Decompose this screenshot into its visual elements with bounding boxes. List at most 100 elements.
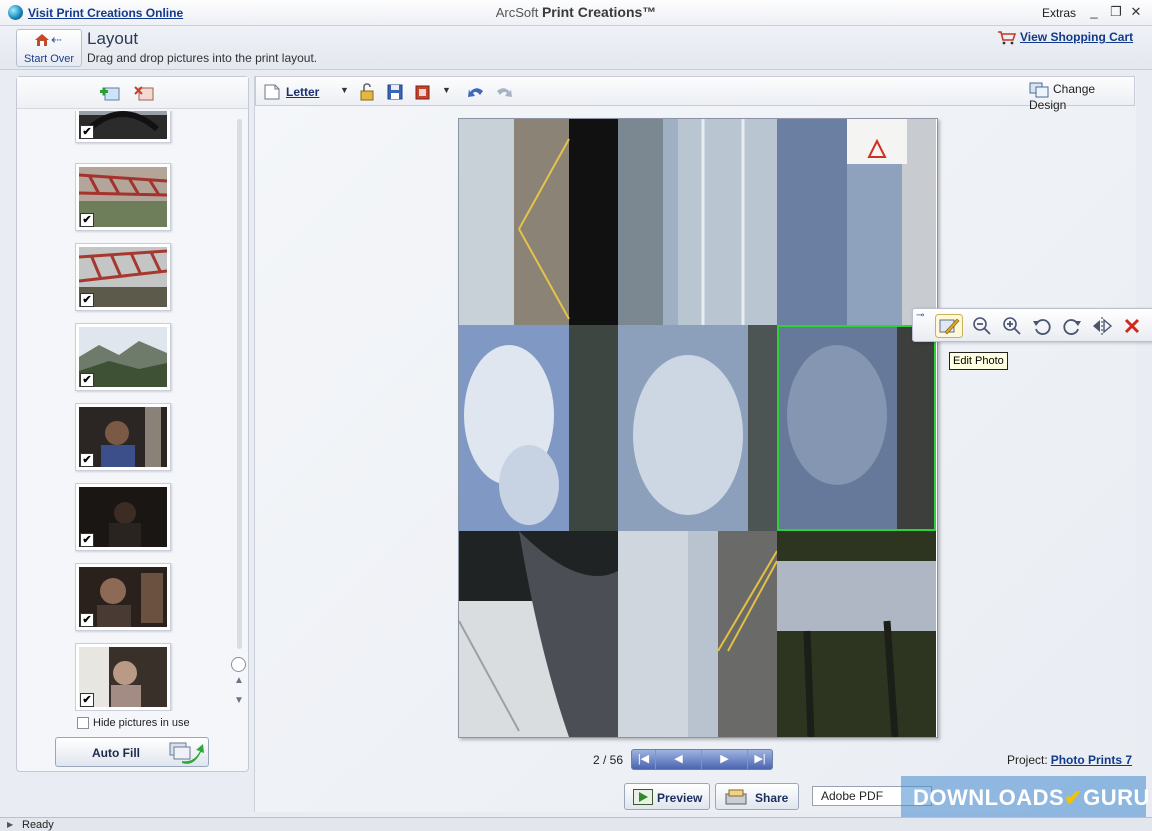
photo-slot[interactable] [459,325,618,531]
app-title: ArcSoft Print Creations™ [0,4,1152,20]
photo-slot[interactable] [459,119,618,325]
app-title-prefix: ArcSoft [495,5,539,20]
extras-menu[interactable]: Extras [1042,6,1076,20]
auto-fill-label: Auto Fill [92,746,140,760]
remove-pictures-icon[interactable] [133,84,155,102]
paper-size-dropdown[interactable]: Letter [286,85,319,99]
thumbnail-checkbox[interactable]: ✔ [80,213,94,227]
first-page-button[interactable]: |◀ [632,750,656,769]
thumbnail-item[interactable]: ✔ [75,163,171,231]
restore-button[interactable]: ❐ [1108,4,1124,20]
photo-edit-toolbar: ⊸ [912,308,1152,342]
auto-fill-button[interactable]: Auto Fill [55,737,209,767]
photo-clouds-rotated [459,325,618,531]
hide-pictures-checkbox[interactable] [77,717,89,730]
add-pictures-icon[interactable] [99,84,121,102]
thumbnail-checkbox[interactable]: ✔ [80,293,94,307]
edit-photo-icon[interactable] [935,314,963,338]
change-design-button[interactable]: Change Design [1029,82,1134,112]
project-info: Project: Photo Prints 7 [1007,753,1132,767]
thumbnail-item[interactable]: ✔ [75,323,171,391]
thumbnail-zoom-slider[interactable] [231,657,246,672]
thumbnail-scrollbar[interactable] [237,119,242,649]
watermark-text-left: DOWNLOADS [913,785,1065,810]
unlock-icon[interactable] [358,83,376,101]
export-chevron-down-icon[interactable]: ▼ [442,85,451,103]
cart-link-text: View Shopping Cart [1020,30,1134,44]
zoom-in-icon[interactable] [1001,315,1023,337]
photo-highway-rotated [618,531,777,737]
zoom-out-icon[interactable] [971,315,993,337]
last-page-button[interactable]: ▶| [748,750,772,769]
home-icon [35,34,49,46]
hide-pictures-label: Hide pictures in use [93,717,190,729]
thumbnail-item[interactable]: ✔ [75,111,171,143]
photo-trees-rotated [777,531,936,737]
previous-page-button[interactable]: ◀ [656,750,702,769]
page-indicator: 2 / 56 [593,753,624,767]
export-icon[interactable] [414,83,432,101]
layout-toolbar: Letter ▼ ▼ Change Design [255,76,1135,112]
project-label: Project: [1007,753,1048,767]
thumbnail-checkbox[interactable]: ✔ [80,533,94,547]
hide-pictures-option[interactable]: Hide pictures in use [77,717,190,730]
start-over-button[interactable]: ⇠ Start Over [16,29,82,67]
rotate-left-icon[interactable] [1031,315,1053,337]
page-subtitle: Drag and drop pictures into the print la… [87,51,318,65]
view-shopping-cart-link[interactable]: View Shopping Cart [998,30,1133,45]
start-over-label: Start Over [23,53,75,65]
downloads-guru-watermark: DOWNLOADS✔GURU [901,776,1149,820]
photo-slot[interactable] [459,531,618,737]
share-label: Share [755,791,789,805]
photo-windshield-rotated [618,119,777,325]
photo-slot[interactable] [618,325,777,531]
thumbnail-list[interactable]: ✔ ✔ ✔ ✔ ✔ ✔ ✔ ✔ [17,111,232,711]
thumbnail-checkbox[interactable]: ✔ [80,453,94,467]
watermark-check-icon: ✔ [1064,785,1084,810]
status-text: Ready [22,819,54,831]
remove-photo-icon[interactable] [1121,315,1143,337]
shopping-cart-icon [998,31,1016,45]
picture-tray-toolbar [17,77,248,109]
rotate-right-icon[interactable] [1061,315,1083,337]
photo-slot[interactable] [777,531,936,737]
paper-size-chevron-down-icon[interactable]: ▼ [340,85,349,103]
title-bar: Visit Print Creations Online ArcSoft Pri… [0,0,1152,26]
preview-icon [633,789,653,805]
status-expand-icon[interactable]: ▶ [7,820,13,829]
thumbnail-checkbox[interactable]: ✔ [80,373,94,387]
share-button[interactable]: Share [715,783,799,810]
preview-label: Preview [657,791,703,805]
close-button[interactable]: ✕ [1128,4,1144,20]
redo-icon[interactable] [494,83,514,101]
thumbnail-item[interactable]: ✔ [75,403,171,471]
picture-tray: ✔ ✔ ✔ ✔ ✔ ✔ ✔ ✔ ▲ ▼ Hide pictures in use… [16,76,249,772]
photo-slot[interactable] [618,119,777,325]
photo-slot[interactable] [618,531,777,737]
undo-icon[interactable] [466,83,486,101]
auto-fill-icon [169,742,204,764]
minimize-button[interactable]: _ [1086,4,1102,20]
print-page[interactable] [458,118,938,738]
thumbnail-item[interactable]: ✔ [75,563,171,631]
flip-icon[interactable] [1091,315,1113,337]
thumbnail-checkbox[interactable]: ✔ [80,125,94,139]
thumbnail-item[interactable]: ✔ [75,483,171,551]
share-icon [725,789,747,805]
scroll-down-icon[interactable]: ▼ [234,695,244,706]
project-name-link[interactable]: Photo Prints 7 [1051,753,1132,767]
photo-road-rotated [459,119,618,325]
page-title: Layout [87,29,139,48]
save-icon[interactable] [386,83,404,101]
thumbnail-checkbox[interactable]: ✔ [80,693,94,707]
pin-icon[interactable]: ⊸ [916,310,924,321]
preview-button[interactable]: Preview [624,783,710,810]
thumbnail-checkbox[interactable]: ✔ [80,613,94,627]
photo-slot[interactable] [777,119,936,325]
scroll-up-icon[interactable]: ▲ [234,675,244,686]
photo-slot-selected[interactable] [777,325,936,531]
thumbnail-item[interactable]: ✔ [75,243,171,311]
thumbnail-item[interactable]: ✔ [75,643,171,711]
layout-workspace: Letter ▼ ▼ Change Design ⊸ Edit Photo 2 … [254,76,1152,812]
next-page-button[interactable]: ▶ [702,750,748,769]
